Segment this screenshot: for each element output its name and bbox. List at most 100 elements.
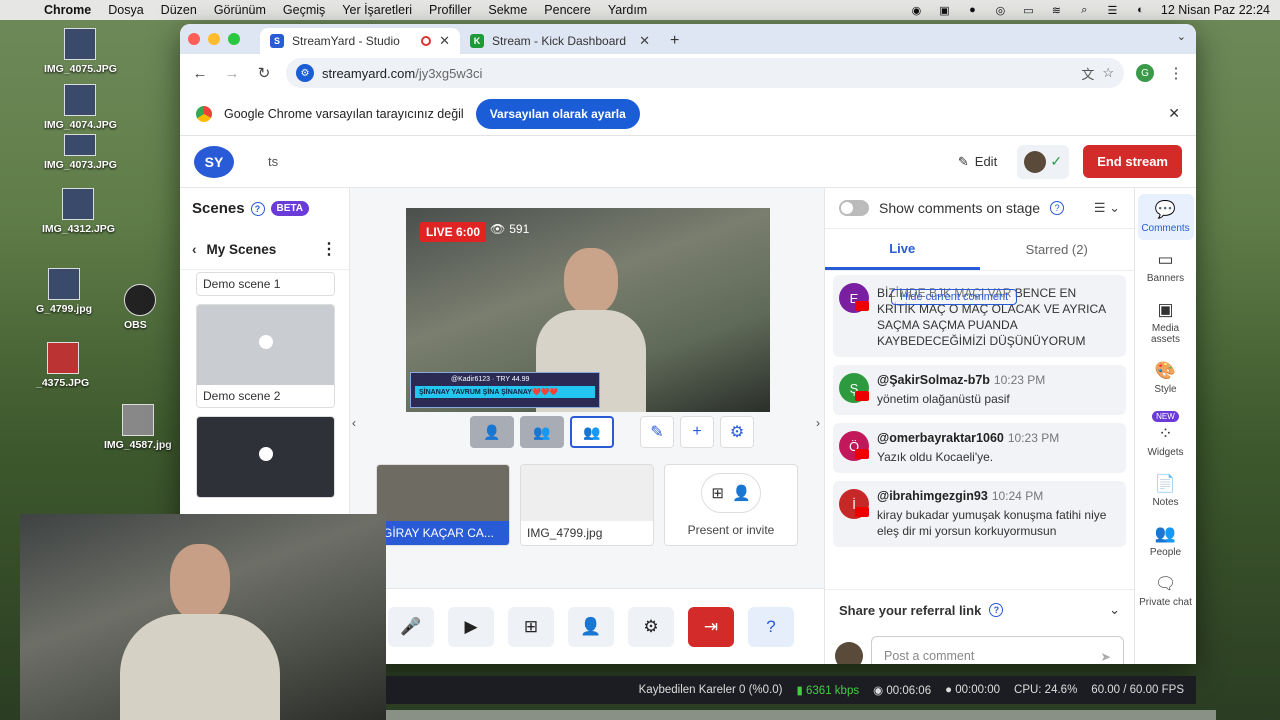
comment-item[interactable]: İ @ibrahimgezgin93 10:24 PM kiray bukadar…	[833, 481, 1126, 547]
layout-settings-gear-icon[interactable]: ⚙	[720, 416, 754, 448]
menu-window[interactable]: Pencere	[544, 3, 591, 17]
menu-tab[interactable]: Sekme	[488, 3, 527, 17]
rail-widgets[interactable]: NEW ⁘ Widgets	[1138, 405, 1194, 464]
stage-preview[interactable]: LIVE 6:00 👁 591 @Kadir6123 · TRY 44.99 Şİ…	[406, 208, 770, 412]
tab-live[interactable]: Live	[825, 229, 980, 270]
desktop-file[interactable]: IMG_4587.jpg	[104, 404, 172, 451]
rail-comments[interactable]: 💬 Comments	[1137, 194, 1194, 240]
help-icon[interactable]: ?	[989, 603, 1004, 617]
chrome-menu-icon[interactable]: ⋮	[1166, 64, 1186, 82]
control-center-icon[interactable]: ☰	[1105, 4, 1120, 17]
wifi-icon[interactable]: ≋	[1049, 4, 1064, 17]
source-camera-card[interactable]: GİRAY KAÇAR CA...	[376, 464, 510, 546]
tab-streamyard[interactable]: S StreamYard - Studio ✕	[260, 28, 460, 54]
tab-starred[interactable]: Starred (2)	[980, 229, 1135, 270]
help-icon[interactable]: ?	[250, 201, 265, 216]
tab-search-chevron-icon[interactable]: ⌄	[1177, 30, 1186, 43]
scene-card[interactable]	[196, 416, 335, 498]
collapse-left-chevron-icon[interactable]: ‹	[352, 416, 356, 430]
bookmark-star-icon[interactable]: ☆	[1102, 65, 1114, 81]
desktop-file[interactable]: IMG_4312.JPG	[42, 188, 115, 235]
close-window-button[interactable]	[188, 33, 200, 45]
share-screen-icon[interactable]: ⊞	[508, 606, 554, 647]
set-default-button[interactable]: Varsayılan olarak ayarla	[475, 98, 640, 129]
desktop-app-obs[interactable]: OBS	[124, 284, 156, 331]
chevron-left-icon[interactable]: ‹	[192, 242, 197, 257]
menu-profiles[interactable]: Profiller	[429, 3, 471, 17]
post-comment-input[interactable]: Post a comment ➤	[871, 636, 1124, 664]
menu-edit[interactable]: Düzen	[161, 3, 197, 17]
camera-icon[interactable]: ▶	[448, 606, 494, 647]
menu-help[interactable]: Yardım	[608, 3, 647, 17]
battery-icon[interactable]: ▭	[1021, 4, 1036, 17]
menu-file[interactable]: Dosya	[108, 3, 143, 17]
user-icon[interactable]: ●	[965, 4, 980, 16]
new-tab-button[interactable]: +	[660, 28, 689, 54]
scene-card[interactable]: Demo scene 1	[196, 272, 335, 296]
desktop-file[interactable]: IMG_4073.JPG	[44, 134, 117, 171]
minimize-window-button[interactable]	[208, 33, 220, 45]
help-icon[interactable]: ?	[1050, 201, 1065, 215]
desktop-file[interactable]: _4375.JPG	[36, 342, 89, 389]
chevron-down-icon[interactable]: ⌄	[1109, 602, 1120, 618]
layout-group-button[interactable]: 👥	[520, 416, 564, 448]
add-layout-plus-icon[interactable]: +	[680, 416, 714, 448]
site-info-icon[interactable]: ⚙	[296, 64, 314, 82]
rail-banners[interactable]: ▭ Banners	[1138, 244, 1194, 290]
present-or-invite-card[interactable]: ⊞ 👤 Present or invite	[664, 464, 798, 546]
source-image-card[interactable]: IMG_4799.jpg	[520, 464, 654, 546]
rail-private-chat[interactable]: 🗨 Private chat	[1138, 568, 1194, 614]
url-text[interactable]: streamyard.com/jy3xg5w3ci	[322, 66, 1073, 81]
reload-icon[interactable]: ↻	[254, 64, 274, 82]
siri-icon[interactable]: ◐	[1133, 4, 1148, 16]
airdrop-icon[interactable]: ◎	[993, 4, 1008, 17]
layout-split-button[interactable]: 👥	[570, 416, 614, 448]
back-arrow-icon[interactable]: ←	[190, 65, 210, 82]
zoom-window-button[interactable]	[228, 33, 240, 45]
macos-dock[interactable]	[386, 710, 1216, 720]
edit-layout-pencil-icon[interactable]: ✎	[640, 416, 674, 448]
help-icon[interactable]: ?	[748, 606, 794, 647]
layout-solo-button[interactable]: 👤	[470, 416, 514, 448]
comment-item[interactable]: E BİZİMDE BJK MAÇI VAR BENCE EN KRİTİK M…	[833, 275, 1126, 357]
invite-guest-icon[interactable]: 👤	[568, 606, 614, 647]
broadcast-title[interactable]: ts	[268, 154, 278, 169]
scene-card[interactable]: Demo scene 2	[196, 304, 335, 408]
close-tab-icon[interactable]: ✕	[439, 33, 450, 49]
leave-studio-icon[interactable]: ⇥	[688, 606, 734, 647]
profile-avatar[interactable]: G	[1136, 64, 1154, 82]
screen-share-icon[interactable]: ▣	[937, 4, 952, 17]
streamyard-logo[interactable]: SY	[194, 145, 234, 178]
address-bar[interactable]: ⚙ streamyard.com/jy3xg5w3ci 文 ☆	[286, 58, 1124, 88]
more-options-icon[interactable]: ⋮	[321, 239, 337, 259]
comment-item[interactable]: Ö @omerbayraktar1060 10:23 PM Yazık oldu …	[833, 423, 1126, 473]
menu-view[interactable]: Görünüm	[214, 3, 266, 17]
menu-bookmarks[interactable]: Yer İşaretleri	[342, 3, 412, 17]
desktop-file[interactable]: IMG_4074.JPG	[44, 84, 117, 131]
rail-style[interactable]: 🎨 Style	[1138, 355, 1194, 401]
desktop-file[interactable]: IMG_4075.JPG	[44, 28, 117, 75]
send-icon[interactable]: ➤	[1101, 649, 1111, 664]
menu-history[interactable]: Geçmiş	[283, 3, 325, 17]
microphone-icon[interactable]: 🎤	[388, 606, 434, 647]
translate-icon[interactable]: 文	[1081, 64, 1094, 83]
desktop-file[interactable]: G_4799.jpg	[36, 268, 92, 315]
close-tab-icon[interactable]: ✕	[639, 33, 650, 49]
hide-comment-button[interactable]: Hide current comment	[891, 289, 1018, 305]
comment-item[interactable]: Ş @ŞakirSolmaz-b7b 10:23 PM yönetim olağa…	[833, 365, 1126, 415]
menubar-clock[interactable]: 12 Nisan Paz 22:24	[1161, 3, 1270, 17]
show-comments-toggle[interactable]	[839, 200, 869, 216]
rail-media-assets[interactable]: ▣ Media assets	[1138, 294, 1194, 351]
obs-tray-icon[interactable]: ◉	[909, 4, 924, 17]
referral-row[interactable]: Share your referral link ? ⌄	[825, 589, 1134, 630]
filter-sliders-icon[interactable]: ☰ ⌄	[1094, 200, 1120, 216]
rail-people[interactable]: 👥 People	[1138, 518, 1194, 564]
rail-notes[interactable]: 📄 Notes	[1138, 468, 1194, 514]
forward-arrow-icon[interactable]: →	[222, 65, 242, 82]
destination-indicator[interactable]: ✓	[1017, 144, 1070, 179]
edit-button[interactable]: ✎ Edit	[958, 154, 997, 170]
close-infobar-icon[interactable]: ✕	[1168, 105, 1180, 122]
collapse-right-chevron-icon[interactable]: ›	[816, 416, 820, 430]
tab-kick-dashboard[interactable]: K Stream - Kick Dashboard ✕	[460, 28, 660, 54]
end-stream-button[interactable]: End stream	[1083, 145, 1182, 178]
